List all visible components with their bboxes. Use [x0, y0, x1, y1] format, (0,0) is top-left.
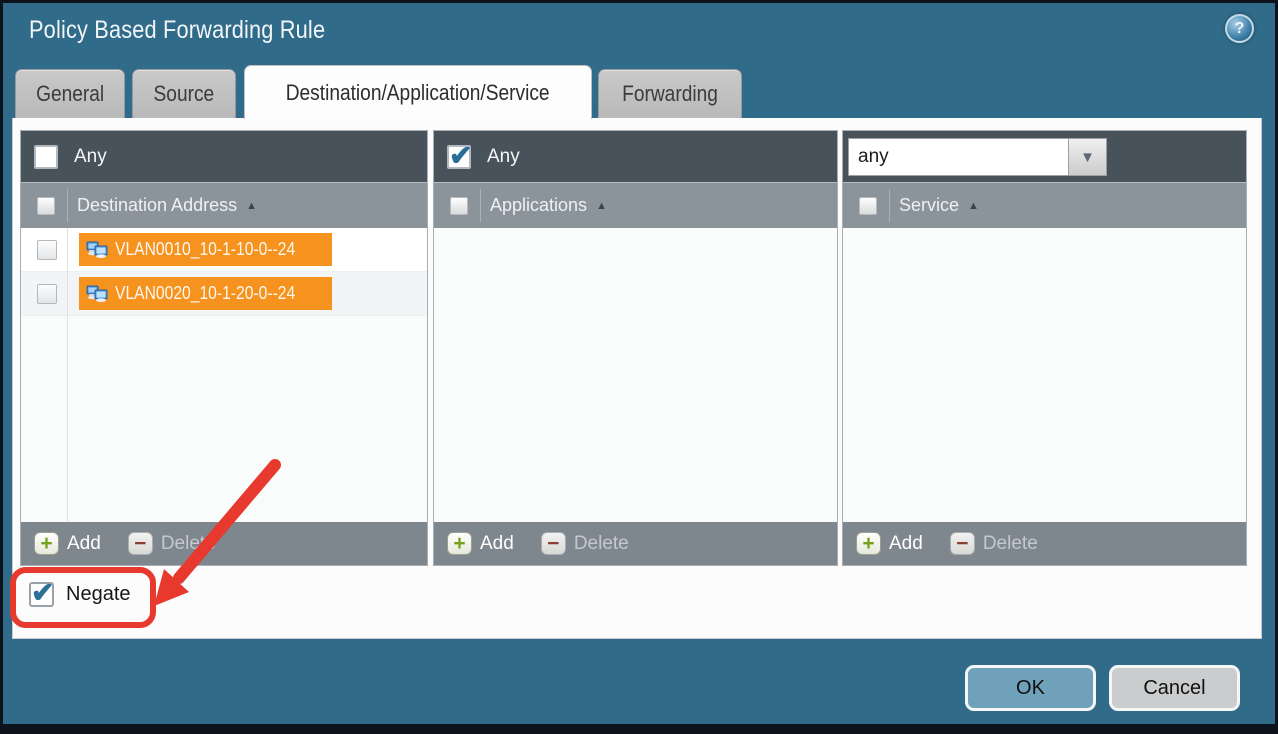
row-checkbox[interactable] [37, 240, 57, 260]
applications-any-checkbox[interactable]: ✔ [447, 145, 471, 169]
destination-any-checkbox[interactable] [34, 145, 58, 169]
add-icon: + [856, 532, 881, 555]
cancel-button[interactable]: Cancel [1109, 665, 1240, 711]
destination-any-label: Any [74, 146, 107, 168]
address-object-chip[interactable]: VLAN0020_10-1-20-0--24 [79, 277, 332, 310]
destination-any-row: Any [21, 131, 427, 183]
add-button[interactable]: + Add [856, 532, 923, 555]
column-divider [480, 189, 481, 222]
service-dropdown-row: any ▼ [843, 131, 1246, 183]
add-button[interactable]: + Add [447, 532, 514, 555]
applications-toolbar: + Add − Delete [434, 522, 837, 565]
applications-select-all-checkbox[interactable] [450, 197, 468, 215]
column-divider [67, 228, 68, 522]
destination-column-header[interactable]: Destination Address ▲ [21, 183, 427, 228]
negate-checkbox[interactable]: ✔ [29, 582, 54, 607]
destination-toolbar: + Add − Delete [21, 522, 427, 565]
service-select-all-checkbox[interactable] [859, 197, 877, 215]
address-object-icon [86, 285, 108, 302]
table-row[interactable]: VLAN0020_10-1-20-0--24 [21, 272, 427, 316]
row-checkbox[interactable] [37, 284, 57, 304]
applications-any-row: ✔ Any [434, 131, 837, 183]
add-button[interactable]: + Add [34, 532, 101, 555]
negate-label: Negate [66, 583, 131, 606]
delete-icon: − [950, 532, 975, 555]
dialog-title: Policy Based Forwarding Rule [29, 16, 369, 45]
address-object-name: VLAN0020_10-1-20-0--24 [115, 283, 295, 304]
service-column-header[interactable]: Service ▲ [843, 183, 1246, 228]
sort-asc-icon: ▲ [246, 200, 257, 212]
column-divider [67, 189, 68, 222]
tab-general[interactable]: General [15, 69, 125, 118]
destination-list: VLAN0010_10-1-10-0--24 VLAN0020_10-1 [21, 228, 427, 522]
ok-button[interactable]: OK [965, 665, 1096, 711]
destination-panel: Any Destination Address ▲ [20, 130, 428, 566]
address-object-name: VLAN0010_10-1-10-0--24 [115, 239, 295, 260]
service-dropdown[interactable]: any ▼ [848, 138, 1107, 176]
applications-column-header[interactable]: Applications ▲ [434, 183, 837, 228]
service-list [843, 228, 1246, 522]
destination-select-all-checkbox[interactable] [37, 197, 55, 215]
applications-panel: ✔ Any Applications ▲ + Add − Delete [433, 130, 838, 566]
chevron-down-icon[interactable]: ▼ [1069, 138, 1107, 176]
service-column-label: Service [899, 195, 959, 216]
tab-forwarding[interactable]: Forwarding [598, 69, 742, 118]
service-toolbar: + Add − Delete [843, 522, 1246, 565]
applications-any-label: Any [487, 146, 520, 168]
table-row[interactable]: VLAN0010_10-1-10-0--24 [21, 228, 427, 272]
applications-column-label: Applications [490, 195, 587, 216]
destination-column-label: Destination Address [77, 195, 237, 216]
help-glyph: ? [1235, 20, 1245, 38]
tab-source[interactable]: Source [132, 69, 236, 118]
help-icon[interactable]: ? [1225, 14, 1254, 43]
service-panel: any ▼ Service ▲ + Add − Delete [842, 130, 1247, 566]
delete-icon: − [128, 532, 153, 555]
delete-icon: − [541, 532, 566, 555]
add-icon: + [447, 532, 472, 555]
sort-asc-icon: ▲ [596, 200, 607, 212]
check-icon: ✔ [31, 576, 54, 609]
applications-list [434, 228, 837, 522]
pbf-rule-dialog: Policy Based Forwarding Rule ? General S… [0, 0, 1278, 734]
delete-button[interactable]: − Delete [128, 532, 216, 555]
column-divider [889, 189, 890, 222]
service-dropdown-value[interactable]: any [848, 138, 1069, 176]
tab-destination-application-service[interactable]: Destination/Application/Service [244, 65, 592, 119]
address-object-chip[interactable]: VLAN0010_10-1-10-0--24 [79, 233, 332, 266]
address-object-icon [86, 241, 108, 258]
add-icon: + [34, 532, 59, 555]
negate-option: ✔ Negate [29, 582, 131, 607]
delete-button[interactable]: − Delete [541, 532, 629, 555]
delete-button[interactable]: − Delete [950, 532, 1038, 555]
check-icon: ✔ [449, 139, 472, 172]
sort-asc-icon: ▲ [968, 200, 979, 212]
